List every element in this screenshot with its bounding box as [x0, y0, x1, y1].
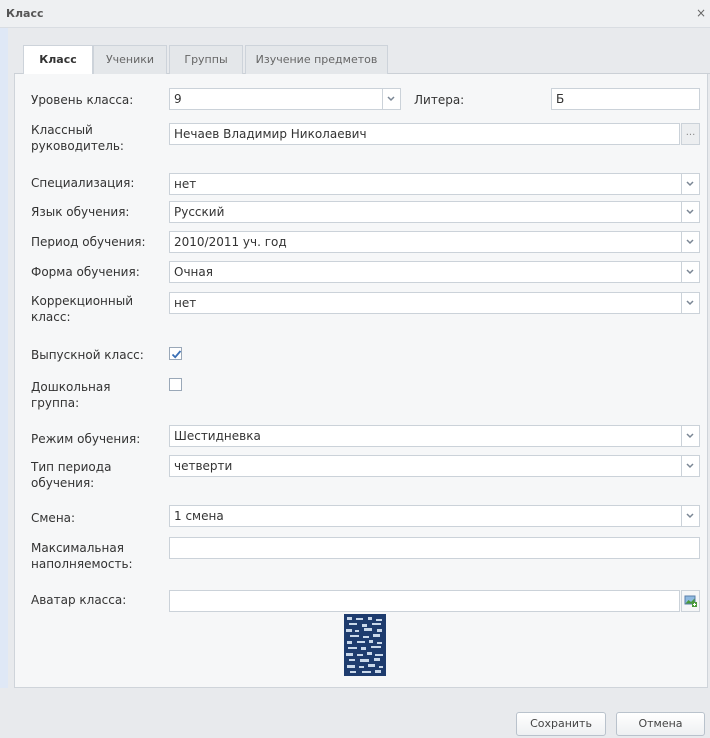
teacher-field[interactable]: Нечаев Владимир Николаевич: [169, 123, 680, 145]
cancel-button[interactable]: Отмена: [616, 712, 705, 736]
tab-students[interactable]: Ученики: [93, 45, 167, 74]
tab-groups[interactable]: Группы: [169, 45, 243, 74]
save-button[interactable]: Сохранить: [516, 712, 606, 736]
chevron-down-icon: [686, 463, 694, 469]
chevron-down-icon: [686, 300, 694, 306]
class-avatar-image: [344, 614, 386, 676]
class-dialog: Класс × Класс Ученики Группы Изучение пр…: [0, 0, 710, 738]
study-form-label: Форма обучения:: [31, 265, 140, 279]
mode-dropdown-button[interactable]: [682, 425, 700, 447]
teacher-select-button[interactable]: ...: [681, 123, 700, 145]
correction-dropdown-button[interactable]: [682, 292, 700, 314]
dialog-title: Класс: [6, 7, 44, 20]
image-add-icon: [684, 595, 697, 607]
correction-select[interactable]: нет: [169, 292, 682, 314]
shift-label: Смена:: [31, 511, 76, 525]
period-dropdown-button[interactable]: [682, 231, 700, 253]
checkmark-icon: [171, 350, 182, 359]
chevron-down-icon: [686, 209, 694, 215]
upload-image-button[interactable]: [681, 590, 700, 612]
period-select[interactable]: 2010/2011 уч. год: [169, 231, 682, 253]
chevron-down-icon: [686, 181, 694, 187]
period-label: Период обучения:: [31, 235, 146, 249]
close-icon[interactable]: ×: [696, 6, 708, 20]
chevron-down-icon: [686, 433, 694, 439]
preschool-label: Дошкольная группа:: [31, 380, 111, 410]
period-type-dropdown-button[interactable]: [682, 455, 700, 477]
max-capacity-label: Максимальная наполняемость:: [31, 541, 133, 571]
language-label: Язык обучения:: [31, 205, 130, 219]
mode-select[interactable]: Шестидневка: [169, 425, 682, 447]
litera-input[interactable]: Б: [551, 88, 700, 110]
level-select[interactable]: 9: [169, 88, 383, 110]
correction-label: Коррекционный класс:: [31, 294, 133, 324]
shift-select[interactable]: 1 смена: [169, 505, 682, 527]
teacher-label: Классный руководитель:: [31, 123, 124, 153]
avatar-label: Аватар класса:: [31, 593, 127, 607]
level-dropdown-button[interactable]: [383, 88, 401, 110]
language-dropdown-button[interactable]: [682, 201, 700, 223]
avatar-path-input[interactable]: [169, 590, 680, 612]
preschool-checkbox[interactable]: [169, 378, 182, 391]
tab-strip: Класс Ученики Группы Изучение предметов: [14, 37, 710, 75]
chevron-down-icon: [686, 513, 694, 519]
specialization-select[interactable]: нет: [169, 173, 682, 195]
level-label: Уровень класса:: [31, 93, 134, 107]
specialization-dropdown-button[interactable]: [682, 173, 700, 195]
period-type-select[interactable]: четверти: [169, 455, 682, 477]
shift-dropdown-button[interactable]: [682, 505, 700, 527]
graduate-checkbox[interactable]: [169, 347, 182, 360]
chevron-down-icon: [387, 96, 395, 102]
study-form-dropdown-button[interactable]: [682, 261, 700, 283]
specialization-label: Специализация:: [31, 176, 135, 190]
max-capacity-input[interactable]: [169, 537, 700, 559]
period-type-label: Тип периода обучения:: [31, 460, 112, 490]
language-select[interactable]: Русский: [169, 201, 682, 223]
study-form-select[interactable]: Очная: [169, 261, 682, 283]
tab-class[interactable]: Класс: [23, 45, 93, 75]
graduate-label: Выпускной класс:: [31, 348, 144, 362]
mode-label: Режим обучения:: [31, 432, 141, 446]
litera-label: Литера:: [414, 93, 465, 107]
tab-subjects[interactable]: Изучение предметов: [245, 45, 388, 74]
chevron-down-icon: [686, 269, 694, 275]
dialog-titlebar: Класс ×: [0, 0, 710, 28]
chevron-down-icon: [686, 239, 694, 245]
